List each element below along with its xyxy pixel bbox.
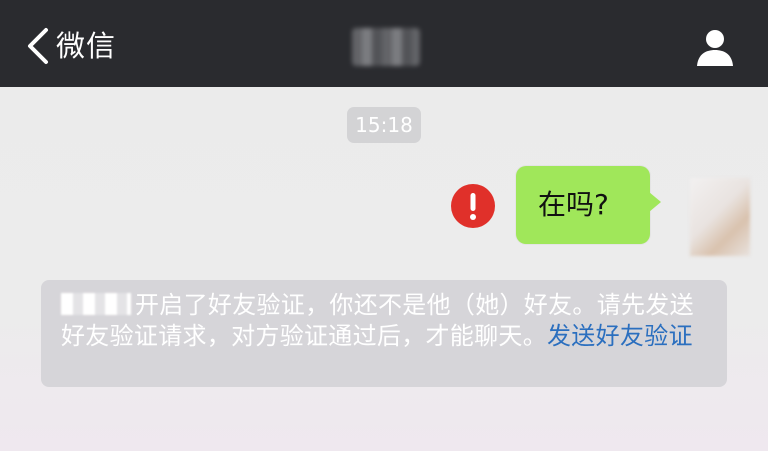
profile-button[interactable] (694, 26, 736, 68)
person-icon (697, 30, 733, 66)
back-button[interactable]: 微信 (22, 24, 116, 68)
masked-username (61, 293, 131, 315)
back-label: 微信 (56, 29, 117, 63)
message-timestamp: 15:18 (347, 107, 421, 143)
message-bubble-outgoing[interactable]: 在吗? (516, 166, 661, 244)
system-notice: 开启了好友验证，你还不是他（她）好友。请先发送好友验证请求，对方验证通过后，才能… (41, 280, 727, 387)
exclamation-icon (451, 184, 495, 228)
chat-title-blurred (352, 28, 420, 66)
chevron-left-icon (28, 28, 48, 64)
send-failed-icon[interactable] (450, 183, 496, 229)
send-verification-link[interactable]: 发送好友验证 (547, 322, 693, 350)
avatar[interactable] (690, 178, 750, 256)
message-text: 在吗? (538, 188, 609, 221)
navigation-bar: 微信 (0, 0, 768, 87)
